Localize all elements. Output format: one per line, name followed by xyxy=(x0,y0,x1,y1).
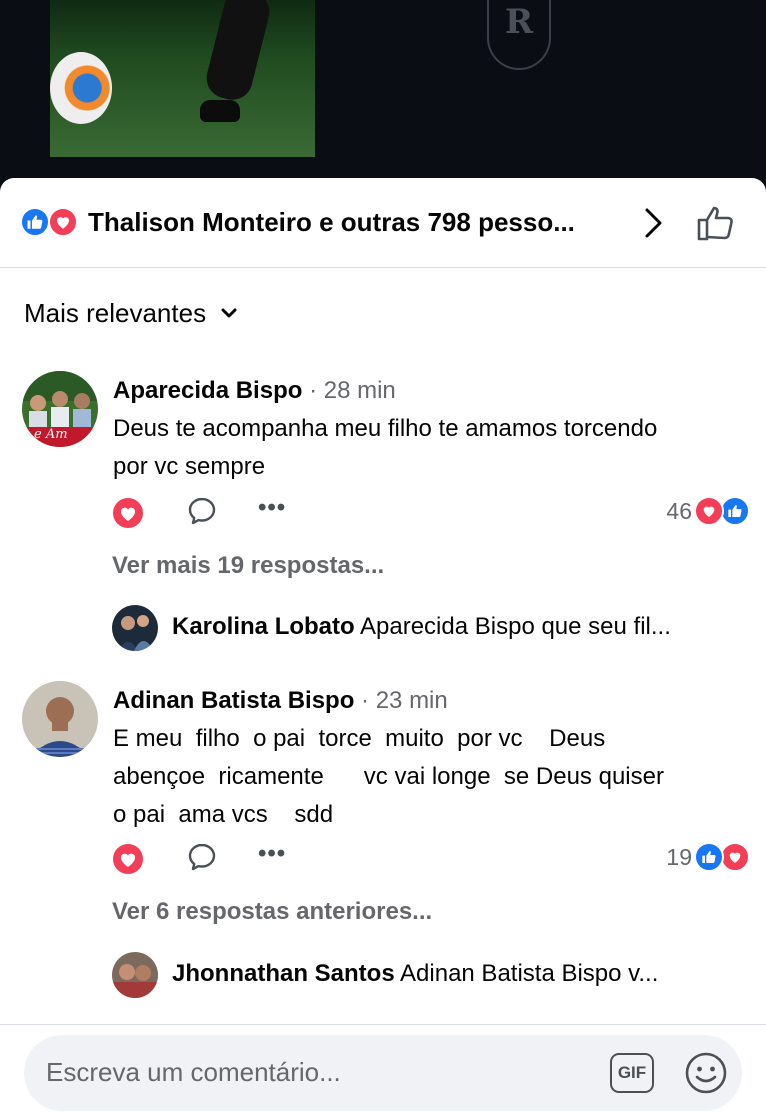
reply-button[interactable] xyxy=(186,495,218,527)
comment-text: E meu filho o pai torce muito por vc Deu… xyxy=(113,725,664,828)
reaction-count[interactable]: 46 xyxy=(666,498,692,525)
reply-text: Karolina Lobato Aparecida Bispo que seu … xyxy=(172,613,671,641)
avatar-caption: e Am xyxy=(34,427,68,442)
reply-snippet: Adinan Batista Bispo v... xyxy=(400,960,659,987)
more-options-button[interactable]: ••• xyxy=(258,496,292,523)
reaction-icons xyxy=(20,207,80,237)
more-options-button[interactable]: ••• xyxy=(258,842,292,869)
love-react-button[interactable] xyxy=(112,497,144,529)
header-separator: · xyxy=(361,687,370,714)
chevron-right-icon[interactable] xyxy=(638,205,668,241)
crest-letter: R xyxy=(504,2,534,42)
love-icon xyxy=(48,207,78,237)
view-previous-replies-link[interactable]: Ver 6 respostas anteriores... xyxy=(112,898,432,926)
header-separator: · xyxy=(309,377,318,404)
avatar[interactable]: e Am xyxy=(22,371,98,447)
sort-label: Mais relevantes xyxy=(24,298,207,328)
like-icon xyxy=(694,842,724,872)
reply-snippet: Aparecida Bispo que seu fil... xyxy=(360,613,671,640)
gif-button[interactable]: GIF xyxy=(610,1053,654,1093)
view-more-replies-link[interactable]: Ver mais 19 respostas... xyxy=(112,552,384,580)
reply-author[interactable]: Jhonnathan Santos xyxy=(172,960,395,987)
comment-input[interactable]: Escreva um comentário... GIF xyxy=(24,1035,742,1111)
comment-time[interactable]: 28 min xyxy=(324,377,396,404)
comment-body: Aparecida Bispo · 28 min Deus te acompan… xyxy=(113,376,746,486)
reaction-count[interactable]: 19 xyxy=(666,844,692,871)
comment-reaction-icons[interactable] xyxy=(694,842,752,874)
reply-preview[interactable]: Karolina Lobato Aparecida Bispo que seu … xyxy=(112,605,752,651)
comment-header: Adinan Batista Bispo · 23 min xyxy=(113,686,746,716)
reply-text: Jhonnathan Santos Adinan Batista Bispo v… xyxy=(172,960,658,988)
love-icon xyxy=(694,496,724,526)
post-photo[interactable] xyxy=(50,0,315,157)
chevron-down-icon xyxy=(221,308,237,317)
post-photo-area[interactable]: R xyxy=(0,0,766,200)
comment-author[interactable]: Aparecida Bispo xyxy=(113,377,302,404)
comment-actions: ••• 19 xyxy=(112,839,752,879)
reply-preview[interactable]: Jhonnathan Santos Adinan Batista Bispo v… xyxy=(112,952,752,998)
club-crest-logo: R xyxy=(487,0,551,70)
avatar[interactable] xyxy=(112,952,158,998)
photo-player-leg xyxy=(202,0,274,104)
comment-header: Aparecida Bispo · 28 min xyxy=(113,376,746,406)
avatar[interactable] xyxy=(22,681,98,757)
reply-button[interactable] xyxy=(186,841,218,873)
avatar[interactable] xyxy=(112,605,158,651)
comment-actions: ••• 46 xyxy=(112,493,752,533)
emoji-icon[interactable] xyxy=(684,1051,728,1095)
love-icon xyxy=(720,842,750,872)
like-post-button[interactable] xyxy=(694,201,738,245)
comment-composer: Escreva um comentário... GIF xyxy=(0,1024,766,1120)
comment-body: Adinan Batista Bispo · 23 min E meu filh… xyxy=(113,686,746,834)
comment-author[interactable]: Adinan Batista Bispo xyxy=(113,687,354,714)
reactors-summary-text[interactable]: Thalison Monteiro e outras 798 pesso... xyxy=(88,207,575,238)
photo-player-shoe xyxy=(200,100,240,122)
sort-dropdown[interactable]: Mais relevantes xyxy=(24,298,238,329)
comment-input-placeholder: Escreva um comentário... xyxy=(46,1057,341,1087)
comment-reaction-icons[interactable] xyxy=(694,496,752,528)
like-icon xyxy=(20,207,50,237)
photo-soccer-ball xyxy=(50,52,112,124)
comments-sheet: Thalison Monteiro e outras 798 pesso... … xyxy=(0,178,766,1120)
love-react-button[interactable] xyxy=(112,843,144,875)
reply-author[interactable]: Karolina Lobato xyxy=(172,613,355,640)
comment-text: Deus te acompanha meu filho te amamos to… xyxy=(113,415,658,480)
comment-time[interactable]: 23 min xyxy=(376,687,448,714)
like-icon xyxy=(720,496,750,526)
reactions-summary-bar[interactable]: Thalison Monteiro e outras 798 pesso... xyxy=(0,178,766,268)
